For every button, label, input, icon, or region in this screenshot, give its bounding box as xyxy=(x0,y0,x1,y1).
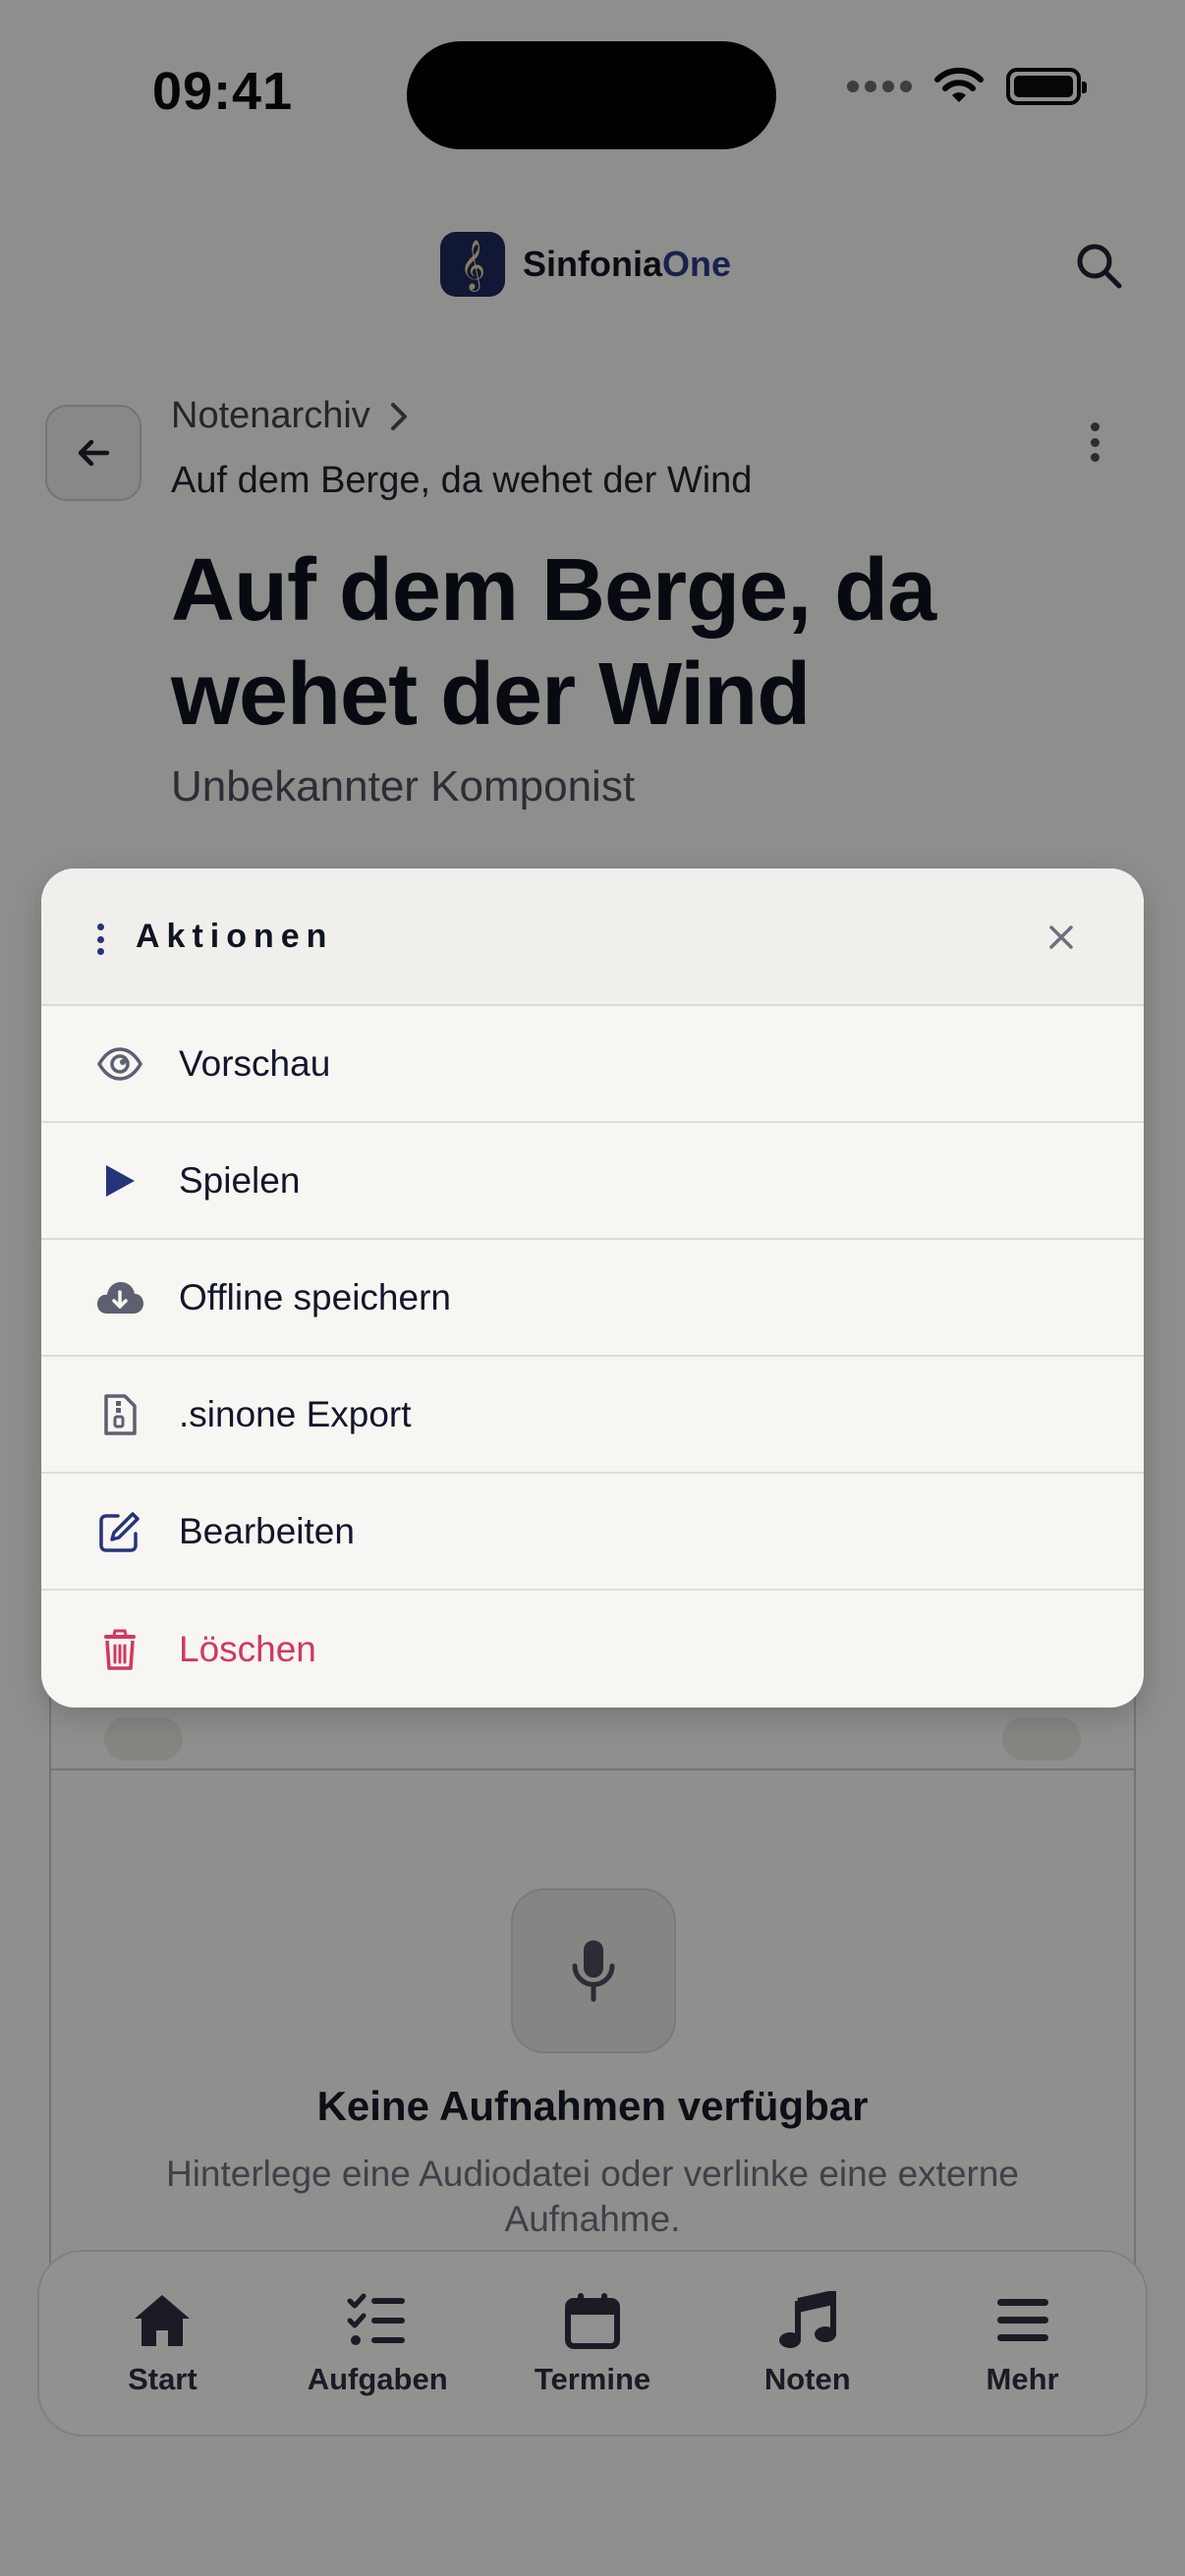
vertical-dots-icon xyxy=(94,924,106,955)
actions-sheet: Aktionen Vorschau Spielen Offline speich… xyxy=(41,868,1144,1708)
action-offline-speichern[interactable]: Offline speichern xyxy=(41,1240,1144,1357)
action-loeschen[interactable]: Löschen xyxy=(41,1591,1144,1708)
play-icon xyxy=(94,1155,145,1206)
action-label: Löschen xyxy=(179,1628,316,1669)
screen: 09:41 𝄞 SinfoniaOne Notenarchiv Auf dem … xyxy=(0,0,1185,2576)
action-label: Spielen xyxy=(179,1159,301,1201)
sheet-header: Aktionen xyxy=(41,868,1144,1006)
trash-icon xyxy=(94,1624,145,1675)
close-icon[interactable] xyxy=(1042,918,1081,957)
action-label: Bearbeiten xyxy=(179,1510,355,1551)
action-label: .sinone Export xyxy=(179,1393,412,1434)
sheet-title: Aktionen xyxy=(136,918,334,955)
action-label: Offline speichern xyxy=(179,1276,451,1317)
eye-icon xyxy=(94,1038,145,1090)
action-sinone-export[interactable]: .sinone Export xyxy=(41,1357,1144,1474)
cloud-download-icon xyxy=(94,1272,145,1323)
action-label: Vorschau xyxy=(179,1042,331,1084)
file-export-icon xyxy=(94,1389,145,1440)
action-spielen[interactable]: Spielen xyxy=(41,1123,1144,1240)
action-bearbeiten[interactable]: Bearbeiten xyxy=(41,1474,1144,1591)
action-vorschau[interactable]: Vorschau xyxy=(41,1006,1144,1123)
edit-icon xyxy=(94,1506,145,1557)
